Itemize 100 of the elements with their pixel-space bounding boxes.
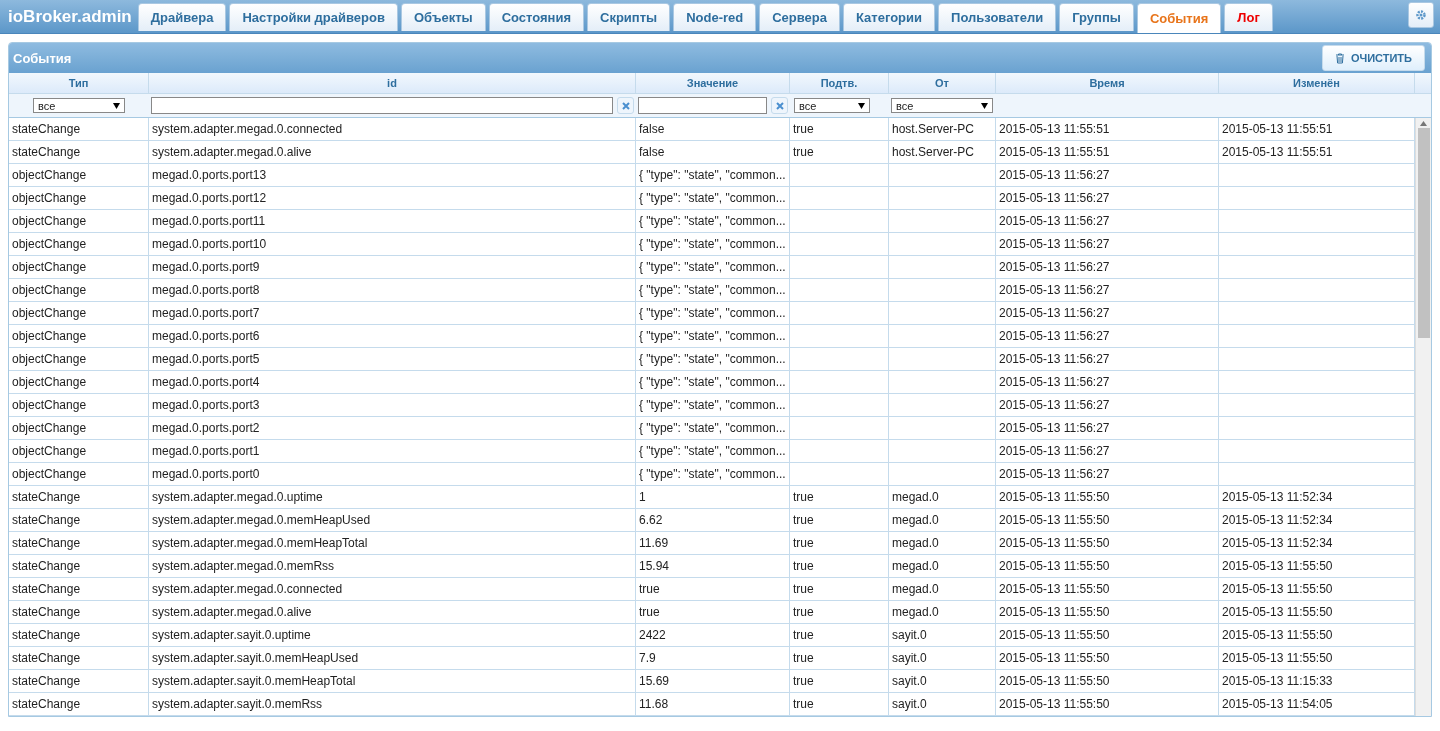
dropdown-arrow-icon <box>113 102 120 109</box>
table-cell: { "type": "state", "common... <box>636 302 790 325</box>
table-cell: megad.0.ports.port13 <box>149 164 636 187</box>
table-cell: 2015-05-13 11:55:50 <box>996 670 1219 693</box>
scroll-up-icon[interactable] <box>1420 121 1427 126</box>
table-cell: system.adapter.megad.0.uptime <box>149 486 636 509</box>
settings-icon <box>1415 9 1427 21</box>
table-cell: true <box>790 670 889 693</box>
filter-select[interactable]: все <box>33 98 125 113</box>
nav-tab[interactable]: Драйвера <box>137 3 227 31</box>
trash-icon <box>1334 52 1345 64</box>
table-cell: true <box>790 601 889 624</box>
table-cell: stateChange <box>9 670 149 693</box>
dropdown-arrow-icon <box>858 102 865 109</box>
table-cell: stateChange <box>9 647 149 670</box>
table-cell: sayit.0 <box>889 624 996 647</box>
table-cell: 2015-05-13 11:56:27 <box>996 371 1219 394</box>
clear-filter-button[interactable] <box>617 97 634 114</box>
header-corner <box>1415 73 1431 94</box>
nav-tab[interactable]: Категории <box>843 3 936 31</box>
table-cell: megad.0.ports.port10 <box>149 233 636 256</box>
table-cell: megad.0.ports.port8 <box>149 279 636 302</box>
table-cell: objectChange <box>9 302 149 325</box>
nav-tab[interactable]: Объекты <box>400 3 486 31</box>
nav-tab[interactable]: Состояния <box>488 3 584 31</box>
table-cell: 2015-05-13 11:56:27 <box>996 302 1219 325</box>
table-cell: 2015-05-13 11:55:50 <box>996 555 1219 578</box>
scroll-thumb[interactable] <box>1417 128 1430 338</box>
nav-tab[interactable]: События <box>1136 3 1222 33</box>
table-cell: true <box>790 555 889 578</box>
close-icon <box>775 101 784 110</box>
close-icon <box>621 101 630 110</box>
table-cell: megad.0.ports.port3 <box>149 394 636 417</box>
table-cell: system.adapter.sayit.0.memRss <box>149 693 636 716</box>
table-cell: megad.0.ports.port4 <box>149 371 636 394</box>
settings-button[interactable] <box>1408 2 1434 28</box>
nav-tab[interactable]: Лог <box>1224 3 1273 31</box>
table-cell: 2015-05-13 11:55:50 <box>1219 555 1415 578</box>
clear-filter-button[interactable] <box>771 97 788 114</box>
table-cell: 2015-05-13 11:55:51 <box>1219 141 1415 164</box>
column-header[interactable]: id <box>149 73 636 94</box>
table-cell: megad.0 <box>889 601 996 624</box>
table-cell: stateChange <box>9 555 149 578</box>
table-cell: system.adapter.megad.0.alive <box>149 141 636 164</box>
table-cell: { "type": "state", "common... <box>636 463 790 486</box>
table-cell: true <box>790 624 889 647</box>
nav-tab[interactable]: Настройки драйверов <box>229 3 398 31</box>
dropdown-arrow-icon <box>981 102 988 109</box>
table-cell: 2015-05-13 11:55:51 <box>996 141 1219 164</box>
filter-select[interactable]: все <box>794 98 870 113</box>
table-cell: 2015-05-13 11:55:50 <box>996 486 1219 509</box>
column-header[interactable]: Тип <box>9 73 149 94</box>
filter-input[interactable] <box>638 97 767 114</box>
nav-tab[interactable]: Скрипты <box>587 3 671 31</box>
table-cell: stateChange <box>9 118 149 141</box>
table-cell: objectChange <box>9 256 149 279</box>
table-cell: megad.0.ports.port1 <box>149 440 636 463</box>
table-cell: stateChange <box>9 624 149 647</box>
column-header[interactable]: Значение <box>636 73 790 94</box>
table-cell: true <box>790 693 889 716</box>
scrollbar[interactable] <box>1415 118 1431 716</box>
table-cell: sayit.0 <box>889 693 996 716</box>
table-cell: { "type": "state", "common... <box>636 279 790 302</box>
column-header[interactable]: Изменён <box>1219 73 1415 94</box>
table-cell: megad.0 <box>889 578 996 601</box>
filter-select[interactable]: все <box>891 98 993 113</box>
table-cell: { "type": "state", "common... <box>636 325 790 348</box>
table-cell: true <box>636 601 790 624</box>
table-cell: objectChange <box>9 279 149 302</box>
column-header[interactable]: Время <box>996 73 1219 94</box>
table-cell: { "type": "state", "common... <box>636 187 790 210</box>
table-cell: 2015-05-13 11:52:34 <box>1219 486 1415 509</box>
table-cell: objectChange <box>9 164 149 187</box>
app-title: ioBroker.admin <box>7 6 133 27</box>
table-cell: megad.0.ports.port6 <box>149 325 636 348</box>
table-cell: sayit.0 <box>889 647 996 670</box>
table-cell: 2015-05-13 11:56:27 <box>996 440 1219 463</box>
table-cell: system.adapter.megad.0.memHeapTotal <box>149 532 636 555</box>
table-cell: objectChange <box>9 394 149 417</box>
nav-tab[interactable]: Сервера <box>759 3 840 31</box>
table-cell: 2015-05-13 11:56:27 <box>996 348 1219 371</box>
nav-tab[interactable]: Пользователи <box>938 3 1057 31</box>
table-cell: { "type": "state", "common... <box>636 394 790 417</box>
nav-tab[interactable]: Группы <box>1059 3 1134 31</box>
table-cell: { "type": "state", "common... <box>636 371 790 394</box>
table-cell: false <box>636 141 790 164</box>
table-cell: { "type": "state", "common... <box>636 440 790 463</box>
table-cell: 2015-05-13 11:56:27 <box>996 187 1219 210</box>
table-cell: 2015-05-13 11:56:27 <box>996 279 1219 302</box>
table-cell: true <box>790 509 889 532</box>
column-header[interactable]: От <box>889 73 996 94</box>
table-cell: system.adapter.megad.0.connected <box>149 118 636 141</box>
table-cell: 2015-05-13 11:56:27 <box>996 164 1219 187</box>
nav-tab[interactable]: Node-red <box>673 3 757 31</box>
table-cell: megad.0.ports.port11 <box>149 210 636 233</box>
column-header[interactable]: Подтв. <box>790 73 889 94</box>
table-cell: 7.9 <box>636 647 790 670</box>
clear-button[interactable]: ОЧИСТИТЬ <box>1321 45 1425 71</box>
filter-input[interactable] <box>151 97 613 114</box>
table-cell: 2015-05-13 11:52:34 <box>1219 509 1415 532</box>
